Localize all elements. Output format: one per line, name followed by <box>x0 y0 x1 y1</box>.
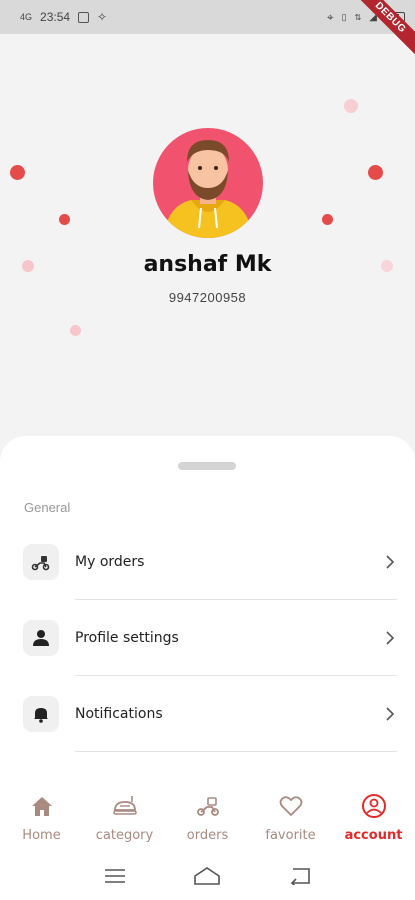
profile-name: anshaf Mk <box>143 252 272 277</box>
bell-icon <box>23 696 59 732</box>
status-bar: 4G 23:54 ✧ ⌖ ▯ ⇅ ◢ <box>0 0 415 34</box>
status-time: 23:54 <box>40 10 71 24</box>
nav-item-orders[interactable]: orders <box>166 780 249 850</box>
menu-label: Profile settings <box>75 630 179 646</box>
menu-label: Notifications <box>75 706 163 722</box>
account-icon <box>361 792 387 820</box>
profile-phone: 9947200958 <box>168 290 247 305</box>
divider <box>75 751 397 752</box>
back-icon[interactable] <box>289 867 311 885</box>
menu-icon[interactable] <box>104 868 126 884</box>
notification-icon: ✧ <box>97 10 108 24</box>
person-icon <box>23 620 59 656</box>
avatar <box>153 128 263 238</box>
nav-label: account <box>344 828 403 843</box>
status-left: 4G 23:54 ✧ <box>20 10 107 24</box>
chevron-right-icon <box>386 707 395 721</box>
vibrate-icon: ▯ <box>341 11 347 22</box>
nav-item-home[interactable]: Home <box>0 780 83 850</box>
decor-dot <box>344 99 358 113</box>
menu-item-notifications[interactable]: Notifications <box>0 676 415 752</box>
menu-label: My orders <box>75 554 145 570</box>
scooter-icon <box>195 792 221 820</box>
menu-item-my-orders[interactable]: My orders <box>0 524 415 600</box>
bottom-nav: Home category orders favorite account <box>0 780 415 850</box>
nav-label: Home <box>22 828 61 843</box>
nav-item-favorite[interactable]: favorite <box>249 780 332 850</box>
location-icon: ⌖ <box>326 9 334 24</box>
nav-label: category <box>95 828 154 843</box>
decor-dot <box>59 214 70 225</box>
chevron-right-icon <box>386 631 395 645</box>
decor-dot <box>70 325 81 336</box>
nav-label: orders <box>186 828 229 843</box>
section-label-general: General <box>24 500 71 515</box>
scooter-icon <box>23 544 59 580</box>
data-icon: ⇅ <box>354 12 362 22</box>
heart-icon <box>279 792 303 820</box>
home-system-icon[interactable] <box>193 866 221 886</box>
menu-item-profile-settings[interactable]: Profile settings <box>0 600 415 676</box>
gallery-icon <box>78 11 90 23</box>
chevron-right-icon <box>386 555 395 569</box>
decor-dot <box>368 165 383 180</box>
nav-label: favorite <box>265 828 316 843</box>
signal-indicator: 4G <box>20 12 33 22</box>
food-icon <box>112 792 138 820</box>
decor-dot <box>322 214 333 225</box>
home-icon <box>30 792 54 820</box>
drag-handle[interactable] <box>178 462 236 470</box>
nav-item-account[interactable]: account <box>332 780 415 850</box>
nav-item-category[interactable]: category <box>83 780 166 850</box>
system-nav-bar <box>0 852 415 900</box>
decor-dot <box>10 165 25 180</box>
